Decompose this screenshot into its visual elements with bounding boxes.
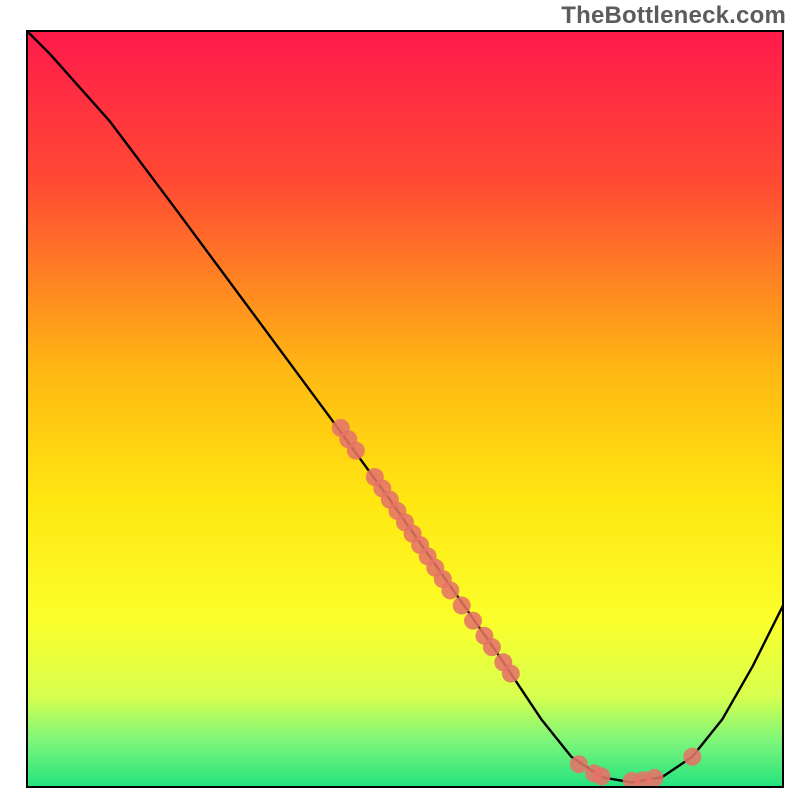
gradient-background <box>27 31 783 787</box>
chart-container: TheBottleneck.com <box>0 0 800 800</box>
data-point <box>441 581 459 599</box>
data-point <box>593 767 611 785</box>
data-point <box>683 748 701 766</box>
data-point <box>645 769 663 787</box>
watermark-label: TheBottleneck.com <box>561 2 786 30</box>
data-point <box>464 612 482 630</box>
data-point <box>453 597 471 615</box>
data-point <box>570 755 588 773</box>
data-point <box>502 665 520 683</box>
data-point <box>483 638 501 656</box>
data-point <box>347 442 365 460</box>
bottleneck-chart <box>0 0 800 800</box>
